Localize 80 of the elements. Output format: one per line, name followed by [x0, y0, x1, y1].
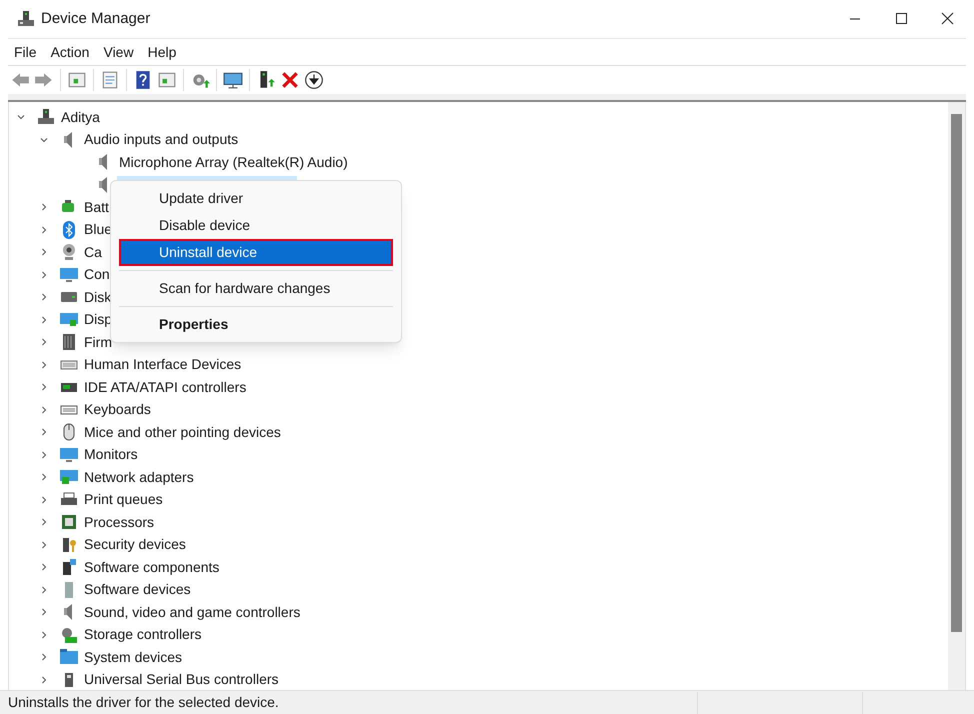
webcam-icon	[60, 243, 78, 262]
tree-item[interactable]: Monitors	[82, 444, 140, 466]
tree-item[interactable]: Network adapters	[82, 466, 196, 488]
tree-item[interactable]: Keyboards	[82, 399, 153, 420]
menu-item[interactable]: Disable device	[119, 212, 393, 239]
chevron-down-icon[interactable]	[40, 136, 48, 144]
chevron-right-icon[interactable]	[40, 338, 48, 346]
window-title: Device Manager	[41, 8, 150, 29]
chevron-right-icon[interactable]	[40, 248, 48, 256]
tree-item[interactable]: Universal Serial Bus controllers	[82, 669, 281, 690]
tree-item[interactable]: Firm	[82, 332, 114, 353]
chip-icon	[60, 333, 78, 352]
tree-item[interactable]: Storage controllers	[82, 624, 204, 646]
menu-item[interactable]: Action	[46, 42, 94, 62]
chevron-right-icon[interactable]	[40, 226, 48, 234]
scrollbar-thumb[interactable]	[951, 114, 962, 632]
chevron-right-icon[interactable]	[40, 203, 48, 212]
chevron-right-icon[interactable]	[40, 360, 48, 369]
monitor-icon	[60, 266, 78, 284]
delete-icon[interactable]	[280, 70, 300, 90]
menu-item[interactable]: Properties	[119, 311, 393, 338]
status-text: Uninstalls the driver for the selected device.	[7, 693, 280, 712]
tree-item[interactable]: Blue	[82, 219, 114, 240]
chevron-right-icon[interactable]	[40, 653, 48, 662]
tree-item[interactable]: Con	[82, 264, 112, 286]
chevron-right-icon[interactable]	[40, 563, 48, 572]
chevron-right-icon[interactable]	[40, 428, 48, 436]
chevron-right-icon[interactable]	[40, 270, 48, 279]
chevron-right-icon[interactable]	[40, 630, 48, 639]
tree-item[interactable]: Human Interface Devices	[82, 354, 244, 376]
chevron-right-icon[interactable]	[40, 450, 48, 459]
tree-item[interactable]: Aditya	[59, 106, 102, 128]
tree-item[interactable]: Print queues	[82, 489, 165, 510]
menu-item[interactable]: View	[99, 42, 138, 62]
menu-item[interactable]: Uninstall device	[119, 239, 393, 266]
tree-item[interactable]: Ca	[82, 242, 104, 263]
monitor-icon	[60, 310, 78, 329]
menu-item[interactable]: Update driver	[119, 185, 393, 212]
chevron-right-icon[interactable]	[40, 496, 48, 504]
chevron-right-icon[interactable]	[40, 518, 48, 526]
chevron-right-icon[interactable]	[40, 586, 48, 594]
monitor-icon[interactable]	[223, 70, 243, 90]
chevron-right-icon[interactable]	[40, 676, 48, 684]
tree-item[interactable]: Software devices	[82, 579, 193, 600]
key-icon	[60, 536, 78, 554]
menu-item[interactable]: Help	[144, 42, 180, 62]
tree-item[interactable]: Disk	[82, 286, 114, 308]
tree-item[interactable]: Sound, video and game controllers	[82, 602, 302, 623]
download-icon[interactable]	[304, 70, 324, 90]
chip-icon	[60, 513, 78, 532]
chevron-right-icon[interactable]	[40, 406, 48, 414]
computer-icon	[37, 108, 55, 126]
chevron-down-icon[interactable]	[17, 113, 25, 122]
chevron-right-icon[interactable]	[40, 293, 48, 302]
computer-icon	[17, 10, 35, 28]
monitor-icon	[60, 468, 78, 486]
tree-item[interactable]: System devices	[82, 646, 184, 668]
tree-item[interactable]: Batt	[82, 196, 111, 218]
chevron-right-icon[interactable]	[40, 608, 48, 616]
folder-icon	[60, 648, 78, 666]
gear-icon	[60, 626, 78, 644]
tree-item[interactable]: IDE ATA/ATAPI controllers	[82, 376, 248, 398]
menu-item[interactable]: Scan for hardware changes	[119, 275, 393, 302]
chevron-right-icon[interactable]	[40, 316, 48, 324]
monitor-icon	[60, 446, 78, 464]
tree-item[interactable]: Audio inputs and outputs	[82, 129, 240, 150]
tree-item[interactable]: Security devices	[82, 534, 188, 556]
chevron-right-icon[interactable]	[40, 383, 48, 392]
bluetooth-icon	[60, 220, 78, 239]
menu-item[interactable]: File	[10, 42, 41, 62]
chevron-right-icon[interactable]	[40, 540, 48, 549]
device-icon	[60, 558, 78, 576]
tree-item[interactable]: Processors	[82, 512, 156, 533]
document-icon[interactable]	[100, 70, 120, 90]
tree-item[interactable]: Mice and other pointing devices	[82, 422, 283, 443]
chevron-right-icon[interactable]	[40, 473, 48, 482]
window-icon[interactable]	[157, 70, 177, 90]
tree-item[interactable]: Software components	[82, 556, 222, 578]
window-icon[interactable]	[67, 70, 87, 90]
tree-item[interactable]: Microphone Array (Realtek(R) Audio)	[117, 152, 350, 173]
